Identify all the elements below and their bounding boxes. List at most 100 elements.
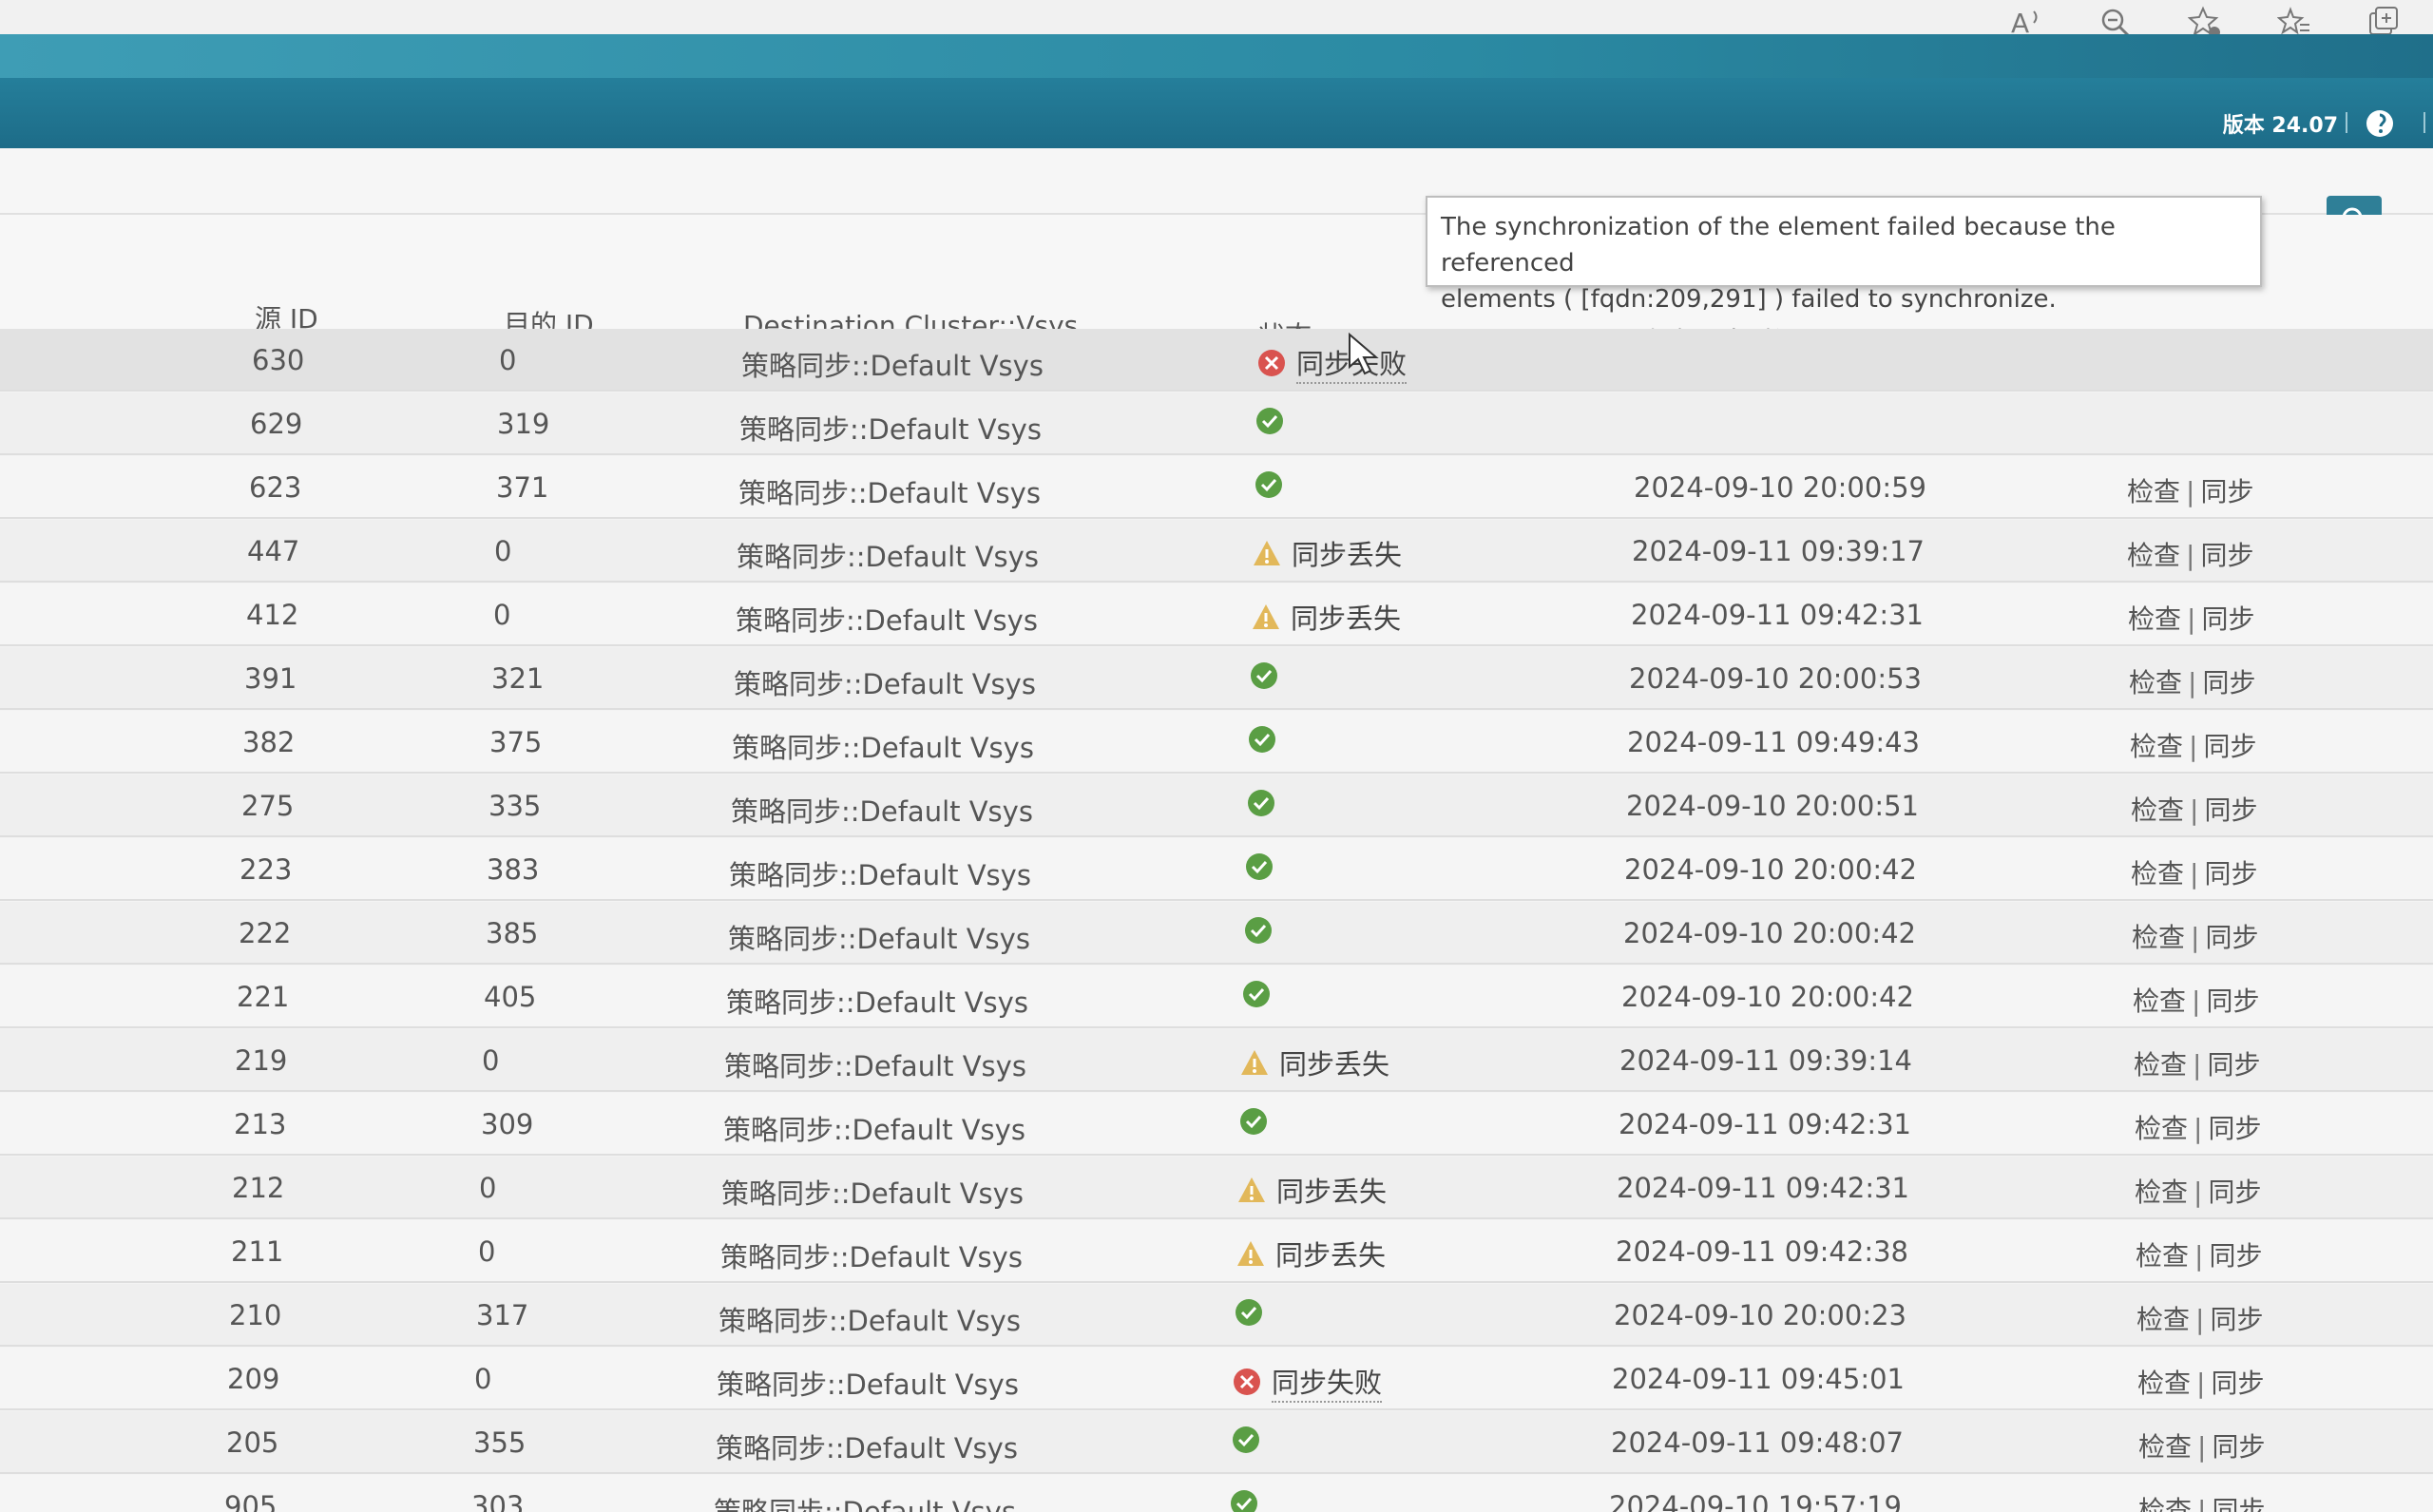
row-actions: 检查 | 同步 bbox=[2138, 1426, 2265, 1464]
src-id-cell: 382 bbox=[242, 726, 296, 758]
check-link[interactable]: 检查 bbox=[2136, 1304, 2190, 1335]
check-link[interactable]: 检查 bbox=[2132, 922, 2185, 953]
src-id-cell: 447 bbox=[247, 535, 300, 567]
row-actions: 检查 | 同步 bbox=[2135, 1172, 2261, 1210]
status-text: 同步丢失 bbox=[1292, 539, 1403, 571]
warning-triangle-icon bbox=[1253, 604, 1279, 629]
action-separator: | bbox=[2186, 540, 2195, 571]
row-actions: 检查 | 同步 bbox=[2132, 917, 2258, 955]
table-row[interactable]: 213 309 策略同步::Default Vsys 2024-09-11 09:42… bbox=[0, 1093, 2433, 1156]
table-row[interactable]: 905 303 策略同步::Default Vsys 2024-09-10 19:57… bbox=[0, 1475, 2433, 1512]
sync-link[interactable]: 同步 bbox=[2205, 922, 2258, 953]
sync-link[interactable]: 同步 bbox=[2201, 603, 2254, 635]
x-circle-icon[interactable] bbox=[1232, 1367, 1262, 1397]
last-sync-time-cell: 2024-09-10 20:00:42 bbox=[1624, 853, 1917, 886]
table-row[interactable]: 447 0 策略同步::Default Vsys 同步丢失 2024-09-11 09:… bbox=[0, 520, 2433, 583]
sync-link[interactable]: 同步 bbox=[2200, 540, 2253, 571]
check-link[interactable]: 检查 bbox=[2136, 1240, 2189, 1272]
sync-link[interactable]: 同步 bbox=[2210, 1304, 2263, 1335]
table-row[interactable]: 209 0 策略同步::Default Vsys 同步失败 2024-09-11 09:… bbox=[0, 1348, 2433, 1410]
last-sync-time-cell: 2024-09-11 09:48:07 bbox=[1611, 1426, 1904, 1459]
table-row[interactable]: 211 0 策略同步::Default Vsys 同步丢失 2024-09-11 09:… bbox=[0, 1220, 2433, 1283]
status-cell bbox=[1241, 979, 1281, 1009]
x-circle-icon[interactable] bbox=[1256, 348, 1287, 378]
table-row[interactable]: 205 355 策略同步::Default Vsys 2024-09-11 09:48… bbox=[0, 1411, 2433, 1474]
status-cell: 同步丢失 bbox=[1236, 1234, 1386, 1273]
dst-id-cell: 0 bbox=[494, 535, 512, 567]
dst-id-cell: 309 bbox=[481, 1108, 534, 1140]
check-link[interactable]: 检查 bbox=[2135, 1177, 2188, 1208]
status-text[interactable]: 同步失败 bbox=[1272, 1361, 1383, 1403]
sync-link[interactable]: 同步 bbox=[2211, 1368, 2264, 1399]
dst-id-cell: 405 bbox=[484, 981, 537, 1013]
dst-id-cell: 0 bbox=[479, 1172, 497, 1204]
table-row[interactable]: 382 375 策略同步::Default Vsys 2024-09-11 09:49… bbox=[0, 711, 2433, 774]
table-row[interactable]: 629 319 策略同步::Default Vsys bbox=[0, 392, 2433, 455]
dst-id-cell: 317 bbox=[476, 1299, 529, 1331]
table-row[interactable]: 623 371 策略同步::Default Vsys 2024-09-10 20:00… bbox=[0, 456, 2433, 519]
tooltip-line-2: elements ( [fqdn:209,291] ) failed to sy… bbox=[1441, 285, 2057, 314]
check-link[interactable]: 检查 bbox=[2127, 476, 2180, 507]
check-link[interactable]: 检查 bbox=[2127, 540, 2180, 571]
src-id-cell: 222 bbox=[239, 917, 292, 949]
check-link[interactable]: 检查 bbox=[2134, 1049, 2187, 1081]
table-row[interactable]: 219 0 策略同步::Default Vsys 同步丢失 2024-09-11 09:… bbox=[0, 1029, 2433, 1092]
status-text: 同步丢失 bbox=[1279, 1048, 1390, 1081]
src-id-cell: 209 bbox=[227, 1363, 280, 1395]
table-row[interactable]: 412 0 策略同步::Default Vsys 同步丢失 2024-09-11 09:… bbox=[0, 584, 2433, 646]
table-row[interactable]: 222 385 策略同步::Default Vsys 2024-09-10 20:00… bbox=[0, 902, 2433, 965]
src-id-cell: 391 bbox=[244, 662, 297, 695]
help-icon[interactable] bbox=[2365, 108, 2395, 139]
sync-link[interactable]: 同步 bbox=[2208, 1113, 2261, 1144]
dst-id-cell: 0 bbox=[493, 599, 511, 631]
status-cell bbox=[1249, 660, 1289, 691]
check-circle-icon bbox=[1236, 1299, 1262, 1326]
sync-link[interactable]: 同步 bbox=[2206, 986, 2259, 1017]
check-link[interactable]: 检查 bbox=[2137, 1368, 2191, 1399]
check-link[interactable]: 检查 bbox=[2129, 667, 2182, 699]
last-sync-time-cell: 2024-09-11 09:39:17 bbox=[1632, 535, 1925, 567]
table-row[interactable]: 630 0 策略同步::Default Vsys 同步失败 bbox=[0, 329, 2433, 392]
sync-link[interactable]: 同步 bbox=[2212, 1431, 2265, 1463]
row-actions: 检查 | 同步 bbox=[2127, 535, 2253, 573]
row-actions: 检查 | 同步 bbox=[2133, 981, 2259, 1019]
sync-link[interactable]: 同步 bbox=[2209, 1240, 2262, 1272]
check-link[interactable]: 检查 bbox=[2138, 1495, 2192, 1512]
sync-link[interactable]: 同步 bbox=[2204, 794, 2257, 826]
dest-vsys-cell: 策略同步::Default Vsys bbox=[716, 1432, 1018, 1464]
last-sync-time-cell: 2024-09-10 20:00:23 bbox=[1614, 1299, 1906, 1331]
last-sync-time-cell: 2024-09-11 09:49:43 bbox=[1627, 726, 1920, 758]
status-cell bbox=[1243, 915, 1283, 946]
table-row[interactable]: 212 0 策略同步::Default Vsys 同步丢失 2024-09-11 09:… bbox=[0, 1157, 2433, 1219]
sync-link[interactable]: 同步 bbox=[2202, 667, 2255, 699]
sync-link[interactable]: 同步 bbox=[2203, 731, 2256, 762]
dst-id-cell: 0 bbox=[478, 1235, 496, 1268]
check-circle-icon bbox=[1251, 662, 1277, 689]
row-actions: 检查 | 同步 bbox=[2131, 790, 2257, 828]
dest-vsys-cell: 策略同步::Default Vsys bbox=[728, 923, 1030, 955]
sync-link[interactable]: 同步 bbox=[2212, 1495, 2265, 1512]
table-row[interactable]: 275 335 策略同步::Default Vsys 2024-09-10 20:00… bbox=[0, 775, 2433, 837]
sync-link[interactable]: 同步 bbox=[2207, 1049, 2260, 1081]
sync-link[interactable]: 同步 bbox=[2208, 1177, 2261, 1208]
dst-id-cell: 0 bbox=[499, 344, 517, 376]
row-actions: 检查 | 同步 bbox=[2136, 1299, 2263, 1337]
check-link[interactable]: 检查 bbox=[2135, 1113, 2188, 1144]
check-link[interactable]: 检查 bbox=[2131, 858, 2184, 890]
sync-link[interactable]: 同步 bbox=[2200, 476, 2253, 507]
dest-vsys-cell: 策略同步::Default Vsys bbox=[718, 1305, 1021, 1337]
src-id-cell: 211 bbox=[231, 1235, 284, 1268]
check-link[interactable]: 检查 bbox=[2138, 1431, 2192, 1463]
check-link[interactable]: 检查 bbox=[2131, 794, 2184, 826]
table-row[interactable]: 210 317 策略同步::Default Vsys 2024-09-10 20:00… bbox=[0, 1284, 2433, 1347]
dest-vsys-cell: 策略同步::Default Vsys bbox=[724, 1050, 1026, 1082]
check-link[interactable]: 检查 bbox=[2128, 603, 2181, 635]
header-divider bbox=[2346, 112, 2347, 133]
src-id-cell: 623 bbox=[249, 471, 302, 504]
table-row[interactable]: 223 383 策略同步::Default Vsys 2024-09-10 20:00… bbox=[0, 838, 2433, 901]
table-row[interactable]: 391 321 策略同步::Default Vsys 2024-09-10 20:00… bbox=[0, 647, 2433, 710]
sync-link[interactable]: 同步 bbox=[2204, 858, 2257, 890]
check-link[interactable]: 检查 bbox=[2133, 986, 2186, 1017]
check-link[interactable]: 检查 bbox=[2130, 731, 2183, 762]
table-row[interactable]: 221 405 策略同步::Default Vsys 2024-09-10 20:00… bbox=[0, 966, 2433, 1028]
